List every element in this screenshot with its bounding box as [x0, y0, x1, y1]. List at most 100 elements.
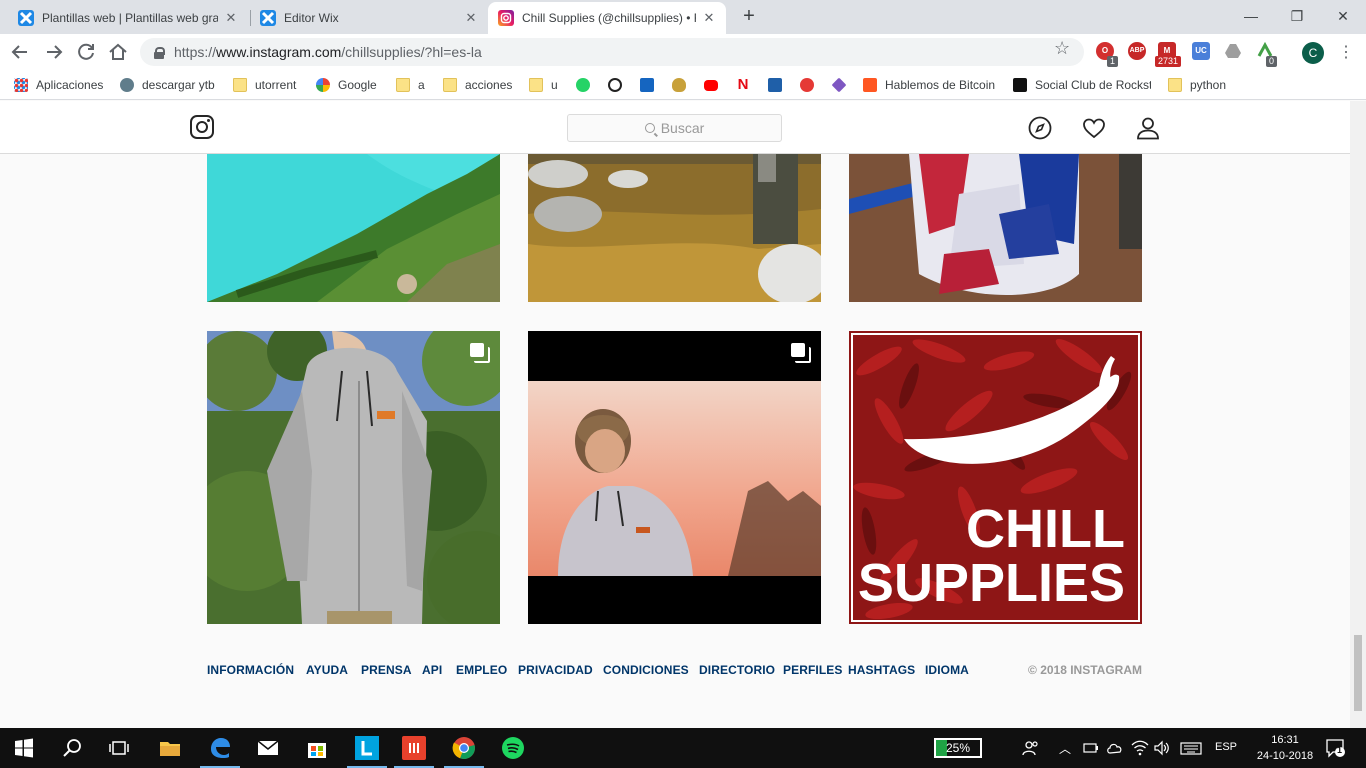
forward-button[interactable] [42, 40, 66, 64]
minimize-window-button[interactable]: — [1228, 4, 1274, 28]
action-center-icon[interactable]: 1 [1325, 737, 1347, 762]
lock-icon[interactable] [154, 46, 165, 59]
post-sunset-hoodie[interactable] [528, 331, 821, 624]
profile-avatar[interactable]: C [1302, 42, 1324, 64]
volume-icon[interactable] [1153, 740, 1171, 759]
footer-link-privacidad[interactable]: PRIVACIDAD [518, 663, 593, 677]
footer-link-api[interactable]: API [422, 663, 442, 677]
restore-window-button[interactable]: ❐ [1274, 4, 1320, 28]
post-turquoise-lake[interactable] [207, 154, 500, 302]
uc-extension-icon[interactable]: UC [1192, 42, 1210, 60]
bookmark-social-club[interactable]: Social Club de Rockst [1013, 76, 1151, 94]
bookmark-acciones[interactable]: acciones [443, 76, 512, 94]
footer-link-informacion[interactable]: INFORMACIÓN [207, 663, 294, 677]
edge-browser-icon[interactable] [200, 736, 240, 768]
back-button[interactable] [8, 40, 32, 64]
home-button[interactable] [106, 40, 130, 64]
bookmark-folder-u[interactable]: u [529, 76, 558, 94]
cloud-sync-icon[interactable] [1106, 740, 1124, 759]
bookmark-label: acciones [465, 78, 513, 92]
bookmark-utorrent[interactable]: utorrent [233, 76, 296, 94]
netflix-icon: N [736, 76, 750, 93]
bookmark-star-icon[interactable]: ☆ [1054, 38, 1070, 59]
film-reel-icon [800, 78, 814, 92]
spotify-icon[interactable] [501, 736, 525, 760]
search-input[interactable]: Buscar [567, 114, 782, 142]
mail-icon[interactable] [256, 736, 280, 760]
adblock-plus-icon[interactable]: ABP [1128, 42, 1146, 60]
chrome-icon[interactable] [444, 736, 484, 768]
bookmark-edge-site[interactable] [640, 76, 662, 94]
bookmark-folder-a[interactable]: a [396, 76, 425, 94]
browser-tab-strip: Plantillas web | Plantillas web gra ✕ Ed… [0, 0, 1366, 34]
wix-favicon-icon [260, 10, 276, 26]
system-clock[interactable]: 16:31 24-10-2018 [1254, 732, 1316, 764]
instagram-logo-icon[interactable] [190, 115, 214, 139]
footer-link-ayuda[interactable]: AYUDA [306, 663, 348, 677]
windows-start-icon[interactable] [12, 736, 36, 760]
bookmark-hablemos-de-bitcoin[interactable]: Hablemos de Bitcoin [863, 76, 995, 94]
footer-link-condiciones[interactable]: CONDICIONES [603, 663, 689, 677]
page-scrollbar[interactable] [1350, 101, 1366, 728]
reload-icon [78, 43, 94, 60]
diamond-site-icon [831, 77, 847, 93]
tab-title: Editor Wix [284, 11, 339, 25]
show-hidden-icons-icon[interactable]: ︿ [1059, 740, 1071, 757]
bookmark-google[interactable]: Google [316, 76, 377, 94]
new-tab-button[interactable]: + [738, 5, 760, 28]
reload-button[interactable] [74, 40, 98, 64]
google-drive-icon[interactable] [1224, 42, 1242, 60]
footer-link-idioma[interactable]: IDIOMA [925, 663, 969, 677]
bookmark-coinmarket[interactable] [608, 76, 630, 94]
bookmark-descargar-ytb[interactable]: descargar ytb [120, 76, 215, 94]
search-icon[interactable] [60, 736, 84, 760]
address-bar[interactable]: https://www.instagram.com/chillsupplies/… [140, 38, 1084, 66]
bookmark-aplicaciones[interactable]: Aplicaciones [14, 76, 103, 94]
footer-link-perfiles[interactable]: PERFILES [783, 663, 842, 677]
wifi-icon[interactable] [1131, 740, 1149, 759]
close-tab-icon[interactable]: ✕ [702, 10, 716, 26]
profile-person-icon[interactable] [1136, 116, 1160, 140]
task-view-icon[interactable] [107, 736, 131, 760]
bookmark-film-reel[interactable] [800, 76, 822, 94]
input-language[interactable]: ESP [1215, 741, 1237, 753]
close-tab-icon[interactable]: ✕ [464, 10, 478, 26]
footer-link-directorio[interactable]: DIRECTORIO [699, 663, 775, 677]
lightshot-l-icon[interactable] [347, 736, 387, 768]
explore-compass-icon[interactable] [1028, 116, 1052, 140]
bookmark-python[interactable]: python [1168, 76, 1226, 94]
edge-site-icon [640, 78, 654, 92]
close-tab-icon[interactable]: ✕ [224, 10, 238, 26]
bookmark-shield-site[interactable] [672, 76, 694, 94]
file-explorer-icon[interactable] [158, 736, 182, 760]
footer-link-prensa[interactable]: PRENSA [361, 663, 412, 677]
footer-link-empleo[interactable]: EMPLEO [456, 663, 507, 677]
motocross-photo [849, 154, 1142, 302]
battery-tray-icon[interactable] [1083, 740, 1099, 759]
scrollbar-thumb[interactable] [1354, 635, 1362, 711]
activity-heart-icon[interactable] [1082, 116, 1106, 140]
arrow-left-icon [11, 45, 27, 59]
tab-chill-supplies[interactable]: Chill Supplies (@chillsupplies) • F ✕ [488, 2, 726, 34]
battery-indicator[interactable]: 25% [934, 738, 982, 758]
post-grey-hoodie[interactable] [207, 331, 500, 624]
footer-link-hashtags[interactable]: HASHTAGS [848, 663, 915, 677]
store-icon[interactable] [305, 736, 329, 760]
browser-menu-icon[interactable]: ⋮ [1338, 42, 1354, 62]
close-window-button[interactable]: ✕ [1320, 4, 1366, 28]
folder-icon [396, 78, 410, 92]
bookmark-calendar-site[interactable] [768, 76, 790, 94]
red-app-icon[interactable] [394, 736, 434, 768]
bookmark-netflix[interactable]: N [736, 76, 758, 94]
bookmark-youtube[interactable] [704, 76, 726, 94]
tab-editor-wix[interactable]: Editor Wix ✕ [250, 2, 488, 34]
bookmark-diamond-site[interactable] [831, 76, 854, 94]
post-river-rocks[interactable] [528, 154, 821, 302]
tab-plantillas-web[interactable]: Plantillas web | Plantillas web gra ✕ [8, 2, 248, 34]
post-motocross-rider[interactable] [849, 154, 1142, 302]
people-icon[interactable] [1022, 739, 1040, 760]
browser-toolbar: https://www.instagram.com/chillsupplies/… [0, 34, 1366, 70]
keyboard-icon[interactable] [1180, 740, 1202, 759]
bookmark-whatsapp[interactable] [576, 76, 598, 94]
post-chill-supplies-logo[interactable]: CHILL SUPPLIES [849, 331, 1142, 624]
